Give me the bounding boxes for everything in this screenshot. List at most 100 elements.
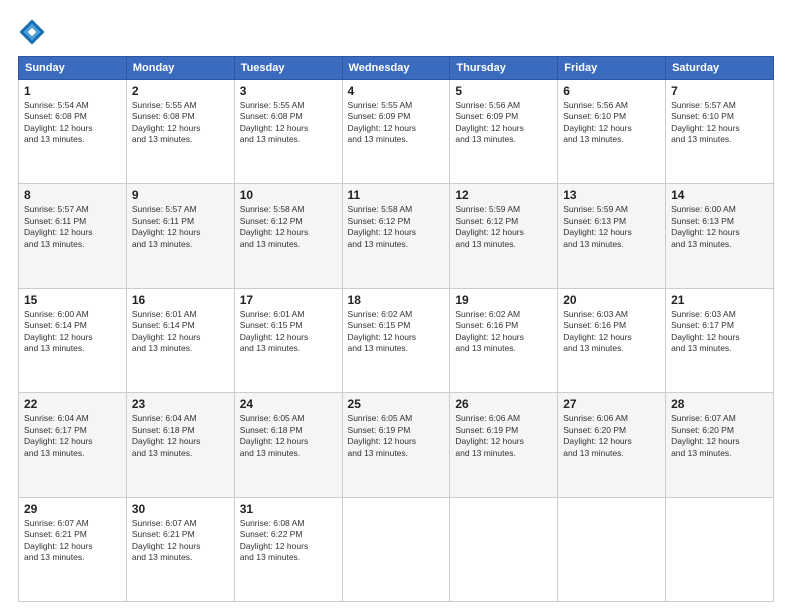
calendar-cell: 12Sunrise: 5:59 AM Sunset: 6:12 PM Dayli… <box>450 184 558 288</box>
day-info: Sunrise: 6:02 AM Sunset: 6:16 PM Dayligh… <box>455 309 552 355</box>
day-number: 31 <box>240 502 337 516</box>
day-info: Sunrise: 6:01 AM Sunset: 6:14 PM Dayligh… <box>132 309 229 355</box>
calendar-cell: 27Sunrise: 6:06 AM Sunset: 6:20 PM Dayli… <box>558 393 666 497</box>
day-number: 22 <box>24 397 121 411</box>
calendar-cell: 28Sunrise: 6:07 AM Sunset: 6:20 PM Dayli… <box>666 393 774 497</box>
logo <box>18 18 50 46</box>
calendar-cell: 25 Sunrise: 6:05 AM Sunset: 6:19 PM Dayli… <box>342 393 450 497</box>
day-number: 29 <box>24 502 121 516</box>
calendar-cell: 6 Sunrise: 5:56 AM Sunset: 6:10 PM Daylig… <box>558 80 666 184</box>
calendar-cell <box>666 497 774 601</box>
calendar-cell: 29Sunrise: 6:07 AM Sunset: 6:21 PM Dayli… <box>19 497 127 601</box>
day-number: 6 <box>563 84 660 98</box>
day-info: Sunrise: 6:03 AM Sunset: 6:17 PM Dayligh… <box>671 309 768 355</box>
day-number: 3 <box>240 84 337 98</box>
calendar-cell <box>558 497 666 601</box>
calendar-cell: 7Sunrise: 5:57 AM Sunset: 6:10 PM Daylig… <box>666 80 774 184</box>
day-info: Sunrise: 6:04 AM Sunset: 6:18 PM Dayligh… <box>132 413 229 459</box>
calendar-cell: 22 Sunrise: 6:04 AM Sunset: 6:17 PM Dayli… <box>19 393 127 497</box>
day-info: Sunrise: 5:57 AM Sunset: 6:11 PM Dayligh… <box>132 204 229 250</box>
day-info: Sunrise: 6:05 AM Sunset: 6:18 PM Dayligh… <box>240 413 337 459</box>
calendar-cell: 24 Sunrise: 6:05 AM Sunset: 6:18 PM Dayli… <box>234 393 342 497</box>
calendar-cell: 31 Sunrise: 6:08 AM Sunset: 6:22 PM Dayli… <box>234 497 342 601</box>
day-info: Sunrise: 5:54 AM Sunset: 6:08 PM Dayligh… <box>24 100 121 146</box>
calendar-cell: 13 Sunrise: 5:59 AM Sunset: 6:13 PM Dayli… <box>558 184 666 288</box>
day-info: Sunrise: 6:01 AM Sunset: 6:15 PM Dayligh… <box>240 309 337 355</box>
day-info: Sunrise: 6:03 AM Sunset: 6:16 PM Dayligh… <box>563 309 660 355</box>
calendar-week-3: 15 Sunrise: 6:00 AM Sunset: 6:14 PM Dayli… <box>19 288 774 392</box>
calendar-cell <box>450 497 558 601</box>
day-number: 16 <box>132 293 229 307</box>
calendar-week-1: 1 Sunrise: 5:54 AM Sunset: 6:08 PM Daylig… <box>19 80 774 184</box>
day-info: Sunrise: 6:04 AM Sunset: 6:17 PM Dayligh… <box>24 413 121 459</box>
calendar-week-4: 22 Sunrise: 6:04 AM Sunset: 6:17 PM Dayli… <box>19 393 774 497</box>
day-info: Sunrise: 5:55 AM Sunset: 6:09 PM Dayligh… <box>348 100 445 146</box>
day-number: 23 <box>132 397 229 411</box>
day-number: 15 <box>24 293 121 307</box>
day-number: 8 <box>24 188 121 202</box>
day-info: Sunrise: 5:59 AM Sunset: 6:13 PM Dayligh… <box>563 204 660 250</box>
day-number: 17 <box>240 293 337 307</box>
day-number: 13 <box>563 188 660 202</box>
day-number: 1 <box>24 84 121 98</box>
day-number: 11 <box>348 188 445 202</box>
day-info: Sunrise: 6:02 AM Sunset: 6:15 PM Dayligh… <box>348 309 445 355</box>
weekday-thursday: Thursday <box>450 57 558 80</box>
calendar-cell: 30 Sunrise: 6:07 AM Sunset: 6:21 PM Dayli… <box>126 497 234 601</box>
day-info: Sunrise: 5:55 AM Sunset: 6:08 PM Dayligh… <box>240 100 337 146</box>
calendar-cell: 9 Sunrise: 5:57 AM Sunset: 6:11 PM Daylig… <box>126 184 234 288</box>
day-info: Sunrise: 6:00 AM Sunset: 6:13 PM Dayligh… <box>671 204 768 250</box>
calendar-cell: 23 Sunrise: 6:04 AM Sunset: 6:18 PM Dayli… <box>126 393 234 497</box>
calendar-cell: 11 Sunrise: 5:58 AM Sunset: 6:12 PM Dayli… <box>342 184 450 288</box>
calendar-week-5: 29 Sunrise: 6:07 AM Sunset: 6:21 PM Dayli… <box>19 497 774 601</box>
day-info: Sunrise: 6:06 AM Sunset: 6:20 PM Dayligh… <box>563 413 660 459</box>
day-info: Sunrise: 6:07 AM Sunset: 6:20 PM Dayligh… <box>671 413 768 459</box>
weekday-wednesday: Wednesday <box>342 57 450 80</box>
calendar-table: SundayMondayTuesdayWednesdayThursdayFrid… <box>18 56 774 602</box>
calendar-cell: 26 Sunrise: 6:06 AM Sunset: 6:19 PM Dayli… <box>450 393 558 497</box>
day-number: 26 <box>455 397 552 411</box>
calendar-cell <box>342 497 450 601</box>
day-number: 18 <box>348 293 445 307</box>
day-info: Sunrise: 6:07 AM Sunset: 6:21 PM Dayligh… <box>132 518 229 564</box>
day-number: 5 <box>455 84 552 98</box>
calendar-cell: 21 Sunrise: 6:03 AM Sunset: 6:17 PM Dayli… <box>666 288 774 392</box>
weekday-saturday: Saturday <box>666 57 774 80</box>
day-info: Sunrise: 6:05 AM Sunset: 6:19 PM Dayligh… <box>348 413 445 459</box>
weekday-friday: Friday <box>558 57 666 80</box>
calendar-cell: 8 Sunrise: 5:57 AM Sunset: 6:11 PM Daylig… <box>19 184 127 288</box>
weekday-monday: Monday <box>126 57 234 80</box>
calendar-cell: 1 Sunrise: 5:54 AM Sunset: 6:08 PM Daylig… <box>19 80 127 184</box>
day-number: 9 <box>132 188 229 202</box>
calendar-cell: 17 Sunrise: 6:01 AM Sunset: 6:15 PM Dayli… <box>234 288 342 392</box>
calendar-cell: 14Sunrise: 6:00 AM Sunset: 6:13 PM Dayli… <box>666 184 774 288</box>
calendar-cell: 3 Sunrise: 5:55 AM Sunset: 6:08 PM Daylig… <box>234 80 342 184</box>
day-number: 21 <box>671 293 768 307</box>
day-info: Sunrise: 5:56 AM Sunset: 6:10 PM Dayligh… <box>563 100 660 146</box>
day-info: Sunrise: 5:57 AM Sunset: 6:11 PM Dayligh… <box>24 204 121 250</box>
calendar-cell: 16 Sunrise: 6:01 AM Sunset: 6:14 PM Dayli… <box>126 288 234 392</box>
weekday-header-row: SundayMondayTuesdayWednesdayThursdayFrid… <box>19 57 774 80</box>
day-number: 4 <box>348 84 445 98</box>
day-info: Sunrise: 6:00 AM Sunset: 6:14 PM Dayligh… <box>24 309 121 355</box>
weekday-tuesday: Tuesday <box>234 57 342 80</box>
calendar-cell: 4 Sunrise: 5:55 AM Sunset: 6:09 PM Daylig… <box>342 80 450 184</box>
day-info: Sunrise: 5:59 AM Sunset: 6:12 PM Dayligh… <box>455 204 552 250</box>
day-number: 24 <box>240 397 337 411</box>
calendar-cell: 18 Sunrise: 6:02 AM Sunset: 6:15 PM Dayli… <box>342 288 450 392</box>
day-info: Sunrise: 6:08 AM Sunset: 6:22 PM Dayligh… <box>240 518 337 564</box>
day-number: 2 <box>132 84 229 98</box>
day-number: 19 <box>455 293 552 307</box>
day-number: 20 <box>563 293 660 307</box>
day-info: Sunrise: 5:58 AM Sunset: 6:12 PM Dayligh… <box>348 204 445 250</box>
header <box>18 18 774 46</box>
calendar-week-2: 8 Sunrise: 5:57 AM Sunset: 6:11 PM Daylig… <box>19 184 774 288</box>
day-info: Sunrise: 6:06 AM Sunset: 6:19 PM Dayligh… <box>455 413 552 459</box>
page: SundayMondayTuesdayWednesdayThursdayFrid… <box>0 0 792 612</box>
day-number: 30 <box>132 502 229 516</box>
logo-icon <box>18 18 46 46</box>
calendar-cell: 15 Sunrise: 6:00 AM Sunset: 6:14 PM Dayli… <box>19 288 127 392</box>
calendar-cell: 2 Sunrise: 5:55 AM Sunset: 6:08 PM Daylig… <box>126 80 234 184</box>
day-number: 25 <box>348 397 445 411</box>
day-info: Sunrise: 5:55 AM Sunset: 6:08 PM Dayligh… <box>132 100 229 146</box>
